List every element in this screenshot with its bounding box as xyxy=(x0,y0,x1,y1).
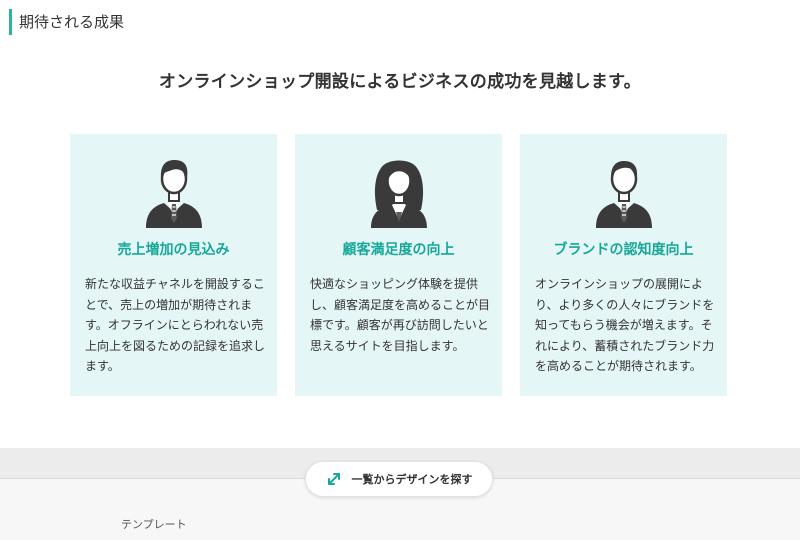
outcome-card-satisfaction: 顧客満足度の向上 快適なショッピング体験を提供し、顧客満足度を高めることが目標で… xyxy=(295,134,502,396)
outcome-card-sales: 売上増加の見込み 新たな収益チャネルを開設することで、売上の増加が期待されます。… xyxy=(70,134,277,396)
expand-arrows-icon xyxy=(326,471,342,487)
section-title: 期待される成果 xyxy=(9,9,124,35)
outcome-card-brand: ブランドの認知度向上 オンラインショップの展開により、より多くの人々にブランドを… xyxy=(520,134,727,396)
card-title: ブランドの認知度向上 xyxy=(553,242,694,258)
browse-designs-button[interactable]: 一覧からデザインを探す xyxy=(305,461,493,497)
card-title: 売上増加の見込み xyxy=(117,242,230,258)
browse-designs-label: 一覧からデザインを探す xyxy=(351,473,473,486)
card-body: 快適なショッピング体験を提供し、顧客満足度を高めることが目標です。顧客が再び訪問… xyxy=(310,277,491,353)
tab-template[interactable]: テンプレート xyxy=(121,516,187,532)
card-title: 顧客満足度の向上 xyxy=(342,242,455,258)
outcomes-panel: 期待される成果 オンラインショップ開設によるビジネスの成功を見越します。 売上増… xyxy=(0,0,800,448)
card-body: オンラインショップの展開により、より多くの人々にブランドを知ってもらう機会が増え… xyxy=(535,277,715,373)
card-body: 新たな収益チャネルを開設することで、売上の増加が期待されます。オフラインにとらわ… xyxy=(85,277,266,373)
businessman-icon xyxy=(520,152,727,228)
headline: オンラインショップ開設によるビジネスの成功を見越します。 xyxy=(158,72,642,92)
businessman-icon xyxy=(70,152,277,228)
businesswoman-icon xyxy=(295,152,502,228)
